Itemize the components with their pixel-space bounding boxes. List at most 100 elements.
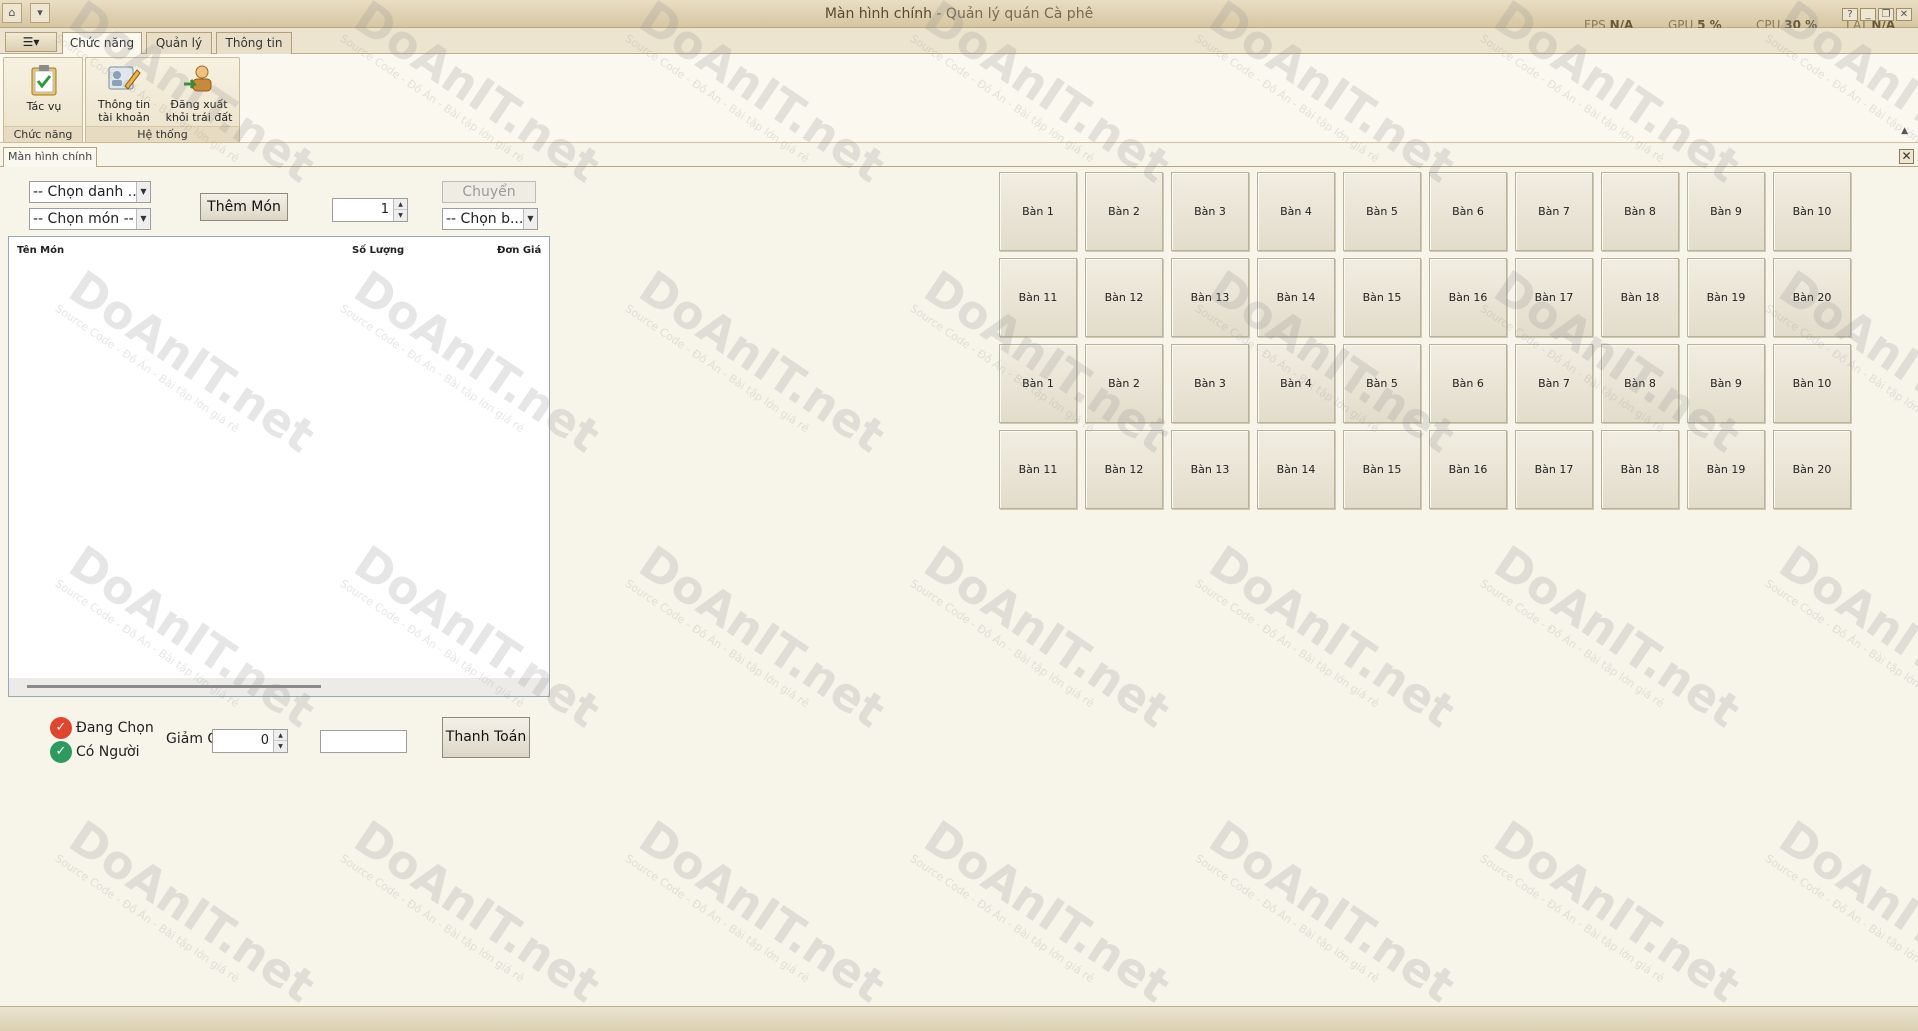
table-button[interactable]: Bàn 9: [1687, 172, 1765, 251]
table-button[interactable]: Bàn 10: [1773, 344, 1851, 423]
tab-thong-tin[interactable]: Thông tin: [216, 32, 292, 54]
table-button[interactable]: Bàn 13: [1171, 430, 1249, 509]
watermark-text: DoAnIT.net: [629, 260, 895, 464]
table-button[interactable]: Bàn 12: [1085, 258, 1163, 337]
ribbon-group-label-chuc-nang: Chức năng: [4, 126, 82, 142]
stepper-down-icon[interactable]: ▼: [393, 210, 407, 221]
watermark-subtext: Source Code - Đồ Án - Bài tập lớn giá rẻ: [622, 577, 812, 711]
table-button[interactable]: Bàn 16: [1429, 258, 1507, 337]
table-combo[interactable]: -- Chọn b... ▼: [442, 208, 538, 230]
menu-list-icon: ☰▾: [22, 35, 40, 49]
table-button[interactable]: Bàn 19: [1687, 430, 1765, 509]
watermark-text: DoAnIT.net: [914, 810, 1180, 1014]
table-button[interactable]: Bàn 7: [1515, 344, 1593, 423]
table-button[interactable]: Bàn 4: [1257, 344, 1335, 423]
table-button[interactable]: Bàn 4: [1257, 172, 1335, 251]
item-combo-value: -- Chọn món --: [33, 211, 134, 227]
table-button[interactable]: Bàn 20: [1773, 258, 1851, 337]
help-icon[interactable]: ?: [1842, 8, 1858, 21]
stepper-up-icon[interactable]: ▲: [393, 199, 407, 210]
order-grid[interactable]: Tên Món Số Lượng Đơn Giá: [8, 236, 550, 697]
ribbon-collapse-icon[interactable]: ▲: [1901, 126, 1908, 136]
column-header-don-gia[interactable]: Đơn Giá: [497, 245, 541, 256]
ribbon-panel: Tác vụ Chức năng Thông tin tài khoản Đăn…: [0, 54, 1918, 143]
quantity-stepper[interactable]: 1 ▲ ▼: [332, 198, 408, 222]
horizontal-scrollbar[interactable]: [9, 678, 549, 696]
table-button[interactable]: Bàn 2: [1085, 172, 1163, 251]
table-button[interactable]: Bàn 18: [1601, 258, 1679, 337]
table-button[interactable]: Bàn 3: [1171, 172, 1249, 251]
table-button[interactable]: Bàn 9: [1687, 344, 1765, 423]
selected-status-icon: ✓: [50, 717, 72, 739]
watermark-text: DoAnIT.net: [1484, 810, 1750, 1014]
table-button[interactable]: Bàn 1: [999, 344, 1077, 423]
tab-chuc-nang[interactable]: Chức năng: [62, 32, 142, 55]
add-item-button[interactable]: Thêm Món: [200, 193, 288, 221]
ribbon-group-he-thong: Thông tin tài khoản Đăng xuất khỏi trái …: [85, 57, 240, 143]
table-button[interactable]: Bàn 5: [1343, 344, 1421, 423]
table-button[interactable]: Bàn 15: [1343, 430, 1421, 509]
category-combo[interactable]: -- Chọn danh ... ▼: [29, 181, 151, 203]
thong-tin-label-1: Thông tin: [97, 98, 151, 111]
minimize-button[interactable]: _: [1860, 8, 1876, 21]
table-button[interactable]: Bàn 17: [1515, 430, 1593, 509]
watermark-subtext: Source Code - Đồ Án - Bài tập lớn giá rẻ: [907, 852, 1097, 986]
table-button[interactable]: Bàn 16: [1429, 430, 1507, 509]
table-button[interactable]: Bàn 5: [1343, 172, 1421, 251]
close-document-icon[interactable]: ✕: [1899, 149, 1914, 164]
table-button[interactable]: Bàn 17: [1515, 258, 1593, 337]
item-combo[interactable]: -- Chọn món -- ▼: [29, 208, 151, 230]
table-button[interactable]: Bàn 8: [1601, 344, 1679, 423]
column-header-ten-mon[interactable]: Tên Món: [17, 245, 64, 256]
document-tab-man-hinh-chinh[interactable]: Màn hình chính: [3, 147, 98, 167]
total-price-field[interactable]: [320, 730, 407, 753]
table-button[interactable]: Bàn 11: [999, 430, 1077, 509]
tab-quan-ly[interactable]: Quản lý: [146, 32, 212, 54]
table-button[interactable]: Bàn 3: [1171, 344, 1249, 423]
chevron-down-icon: ▼: [523, 209, 537, 229]
ribbon-tab-strip: ☰▾ Chức năng Quản lý Thông tin: [0, 28, 1918, 55]
table-button[interactable]: Bàn 11: [999, 258, 1077, 337]
scrollbar-thumb[interactable]: [27, 685, 321, 688]
watermark-subtext: Source Code - Đồ Án - Bài tập lớn giá rẻ: [52, 852, 242, 986]
table-button[interactable]: Bàn 8: [1601, 172, 1679, 251]
stepper-down-icon[interactable]: ▼: [273, 741, 287, 752]
ribbon-group-chuc-nang: Tác vụ Chức năng: [3, 57, 83, 143]
logout-user-icon: [184, 65, 212, 92]
occupied-status-icon: ✓: [50, 741, 72, 763]
status-bar: [0, 1006, 1918, 1031]
table-button[interactable]: Bàn 6: [1429, 172, 1507, 251]
discount-stepper[interactable]: 0 ▲ ▼: [212, 729, 288, 753]
discount-value: 0: [260, 733, 269, 748]
transfer-button[interactable]: Chuyển: [442, 181, 536, 203]
watermark-subtext: Source Code - Đồ Án - Bài tập lớn giá rẻ: [1477, 577, 1667, 711]
thong-tin-tai-khoan-button[interactable]: Thông tin tài khoản: [89, 62, 159, 126]
column-header-so-luong[interactable]: Số Lượng: [352, 245, 404, 256]
table-button[interactable]: Bàn 19: [1687, 258, 1765, 337]
table-button[interactable]: Bàn 18: [1601, 430, 1679, 509]
table-button[interactable]: Bàn 1: [999, 172, 1077, 251]
quantity-value: 1: [380, 202, 389, 217]
table-button[interactable]: Bàn 12: [1085, 430, 1163, 509]
watermark-subtext: Source Code - Đồ Án - Bài tập lớn giá rẻ: [622, 852, 812, 986]
table-button[interactable]: Bàn 14: [1257, 430, 1335, 509]
table-button[interactable]: Bàn 2: [1085, 344, 1163, 423]
checkout-button[interactable]: Thanh Toán: [442, 717, 530, 758]
dang-xuat-button[interactable]: Đăng xuất khỏi trái đất: [164, 62, 234, 126]
window-title-app: Quản lý quán Cà phê: [945, 6, 1094, 22]
dang-xuat-label-2: khỏi trái đất: [165, 111, 233, 124]
application-menu-button[interactable]: ☰▾: [5, 32, 57, 52]
table-button[interactable]: Bàn 10: [1773, 172, 1851, 251]
tac-vu-button[interactable]: Tác vụ: [9, 62, 79, 126]
table-button[interactable]: Bàn 7: [1515, 172, 1593, 251]
restore-button[interactable]: ❐: [1878, 8, 1894, 21]
table-button[interactable]: Bàn 6: [1429, 344, 1507, 423]
close-window-button[interactable]: ✕: [1896, 8, 1912, 21]
table-button[interactable]: Bàn 20: [1773, 430, 1851, 509]
table-button[interactable]: Bàn 13: [1171, 258, 1249, 337]
watermark-text: DoAnIT.net: [629, 535, 895, 739]
table-button[interactable]: Bàn 14: [1257, 258, 1335, 337]
document-tab-strip: Màn hình chính ✕: [0, 146, 1918, 167]
stepper-up-icon[interactable]: ▲: [273, 730, 287, 741]
table-button[interactable]: Bàn 15: [1343, 258, 1421, 337]
